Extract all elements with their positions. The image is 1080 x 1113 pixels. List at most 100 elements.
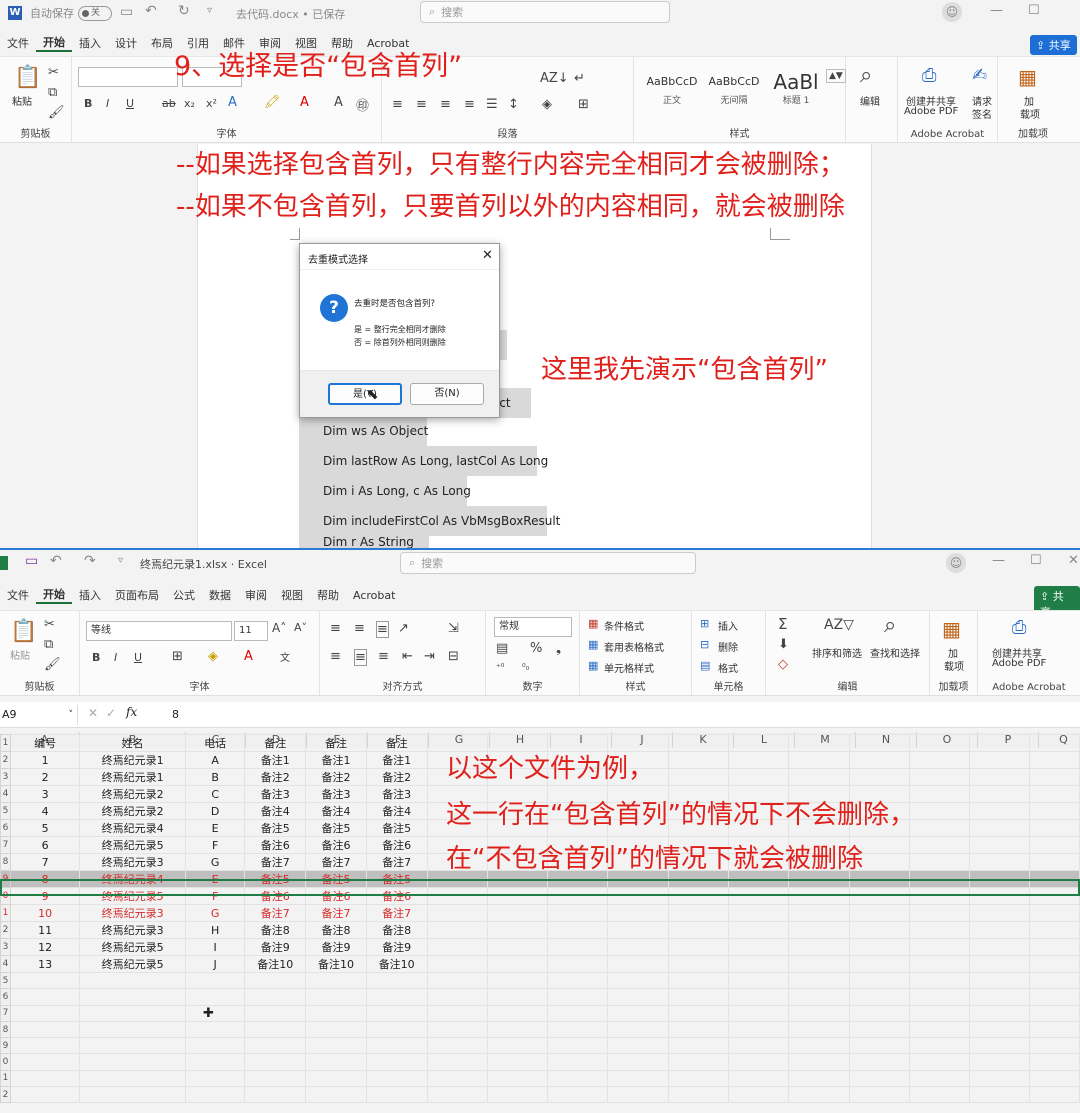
cell[interactable] bbox=[184, 1086, 246, 1104]
cell[interactable] bbox=[607, 887, 669, 905]
cell[interactable]: 备注10 bbox=[244, 955, 307, 973]
orientation-icon[interactable]: ↗ bbox=[398, 621, 409, 636]
cell[interactable] bbox=[969, 988, 1031, 1006]
cell[interactable]: 备注3 bbox=[244, 785, 307, 803]
cell[interactable]: 备注7 bbox=[305, 853, 367, 871]
cell[interactable]: 备注 bbox=[305, 734, 367, 752]
show-marks-icon[interactable]: ↵ bbox=[574, 71, 585, 86]
cell[interactable] bbox=[969, 751, 1031, 769]
cell[interactable]: 1 bbox=[9, 751, 81, 769]
row-header[interactable]: 1 bbox=[0, 1069, 11, 1088]
cell[interactable] bbox=[244, 1086, 307, 1104]
excel-menu-0[interactable]: 文件 bbox=[0, 587, 36, 603]
cell[interactable] bbox=[727, 971, 790, 990]
cell[interactable] bbox=[79, 971, 186, 990]
cell[interactable] bbox=[365, 1069, 428, 1088]
cell[interactable]: 备注7 bbox=[365, 853, 428, 871]
shrink-font-icon[interactable]: A˅ bbox=[294, 621, 307, 634]
cell[interactable]: E bbox=[184, 870, 246, 888]
cell[interactable] bbox=[486, 938, 549, 956]
enclose-char-icon[interactable]: ㊞ bbox=[356, 95, 369, 114]
cell[interactable]: 备注8 bbox=[305, 921, 367, 939]
cell[interactable] bbox=[848, 734, 910, 752]
cell[interactable]: 姓名 bbox=[79, 734, 186, 752]
table-row[interactable]: 3 12 终焉纪元录5 I 备注9 备注9 备注9 bbox=[0, 938, 1080, 956]
cell[interactable] bbox=[79, 988, 186, 1006]
cell[interactable]: 备注5 bbox=[365, 870, 428, 888]
cell[interactable] bbox=[908, 768, 971, 786]
percent-icon[interactable]: % bbox=[530, 641, 542, 656]
cell[interactable] bbox=[365, 988, 428, 1006]
close-icon[interactable]: ✕ bbox=[1068, 553, 1079, 568]
cell[interactable]: J bbox=[184, 955, 246, 973]
cell[interactable] bbox=[426, 921, 488, 939]
cell[interactable] bbox=[547, 1086, 609, 1104]
cell[interactable] bbox=[426, 1069, 488, 1088]
cell[interactable] bbox=[607, 955, 669, 973]
cell[interactable] bbox=[848, 955, 910, 973]
cell[interactable] bbox=[486, 1004, 549, 1022]
code-line-5[interactable]: Dim includeFirstCol As VbMsgBoxResult bbox=[299, 506, 560, 536]
cell[interactable]: 终焉纪元录1 bbox=[79, 768, 186, 786]
cell[interactable]: 备注7 bbox=[244, 904, 307, 922]
row-header[interactable]: 7 bbox=[0, 1004, 11, 1022]
cell[interactable] bbox=[547, 955, 609, 973]
cell[interactable]: G bbox=[184, 853, 246, 871]
wrap-text-icon[interactable]: ⇲ bbox=[448, 621, 459, 636]
cell[interactable] bbox=[365, 1020, 428, 1039]
cell[interactable] bbox=[908, 819, 971, 837]
sort-filter-button[interactable]: 排序和筛选 bbox=[812, 645, 862, 660]
name-box[interactable]: A9 ˅ bbox=[0, 705, 78, 725]
cell[interactable] bbox=[908, 802, 971, 820]
format-painter-icon[interactable]: 🖌 bbox=[44, 657, 61, 672]
cell[interactable] bbox=[667, 971, 729, 990]
cell[interactable] bbox=[486, 1020, 549, 1039]
create-pdf-icon[interactable]: ⎙ bbox=[922, 65, 936, 86]
addin-icon[interactable]: ▦ bbox=[1018, 65, 1037, 89]
cell[interactable] bbox=[426, 971, 488, 990]
cell[interactable] bbox=[969, 734, 1031, 752]
cell[interactable] bbox=[1029, 836, 1080, 854]
cell[interactable] bbox=[788, 938, 850, 956]
cell[interactable] bbox=[788, 1069, 850, 1088]
cell[interactable] bbox=[848, 904, 910, 922]
paste-button[interactable]: 粘贴 bbox=[10, 647, 30, 662]
copy-icon[interactable]: ⧉ bbox=[44, 637, 53, 652]
cell[interactable]: 12 bbox=[9, 938, 81, 956]
cell[interactable] bbox=[848, 887, 910, 905]
cell[interactable]: 备注9 bbox=[305, 938, 367, 956]
cell[interactable] bbox=[727, 988, 790, 1006]
table-row[interactable]: 2 bbox=[0, 1086, 1080, 1104]
avatar-icon[interactable]: ☺ bbox=[942, 2, 962, 22]
cell[interactable] bbox=[244, 1069, 307, 1088]
cell[interactable] bbox=[908, 1037, 971, 1055]
cell[interactable] bbox=[908, 921, 971, 939]
cell[interactable] bbox=[908, 1086, 971, 1104]
row-header[interactable]: 4 bbox=[0, 955, 11, 973]
cell[interactable] bbox=[969, 971, 1031, 990]
cell[interactable] bbox=[1029, 955, 1080, 973]
code-line-2[interactable]: Dim ws As Object bbox=[299, 416, 428, 446]
indent-icon[interactable]: ⇤ bbox=[402, 649, 413, 664]
align-bottom-icon[interactable]: ≡ bbox=[376, 621, 389, 638]
increase-decimal-icon[interactable]: ⁺⁰ bbox=[496, 663, 504, 673]
accounting-icon[interactable]: ▤ bbox=[496, 641, 508, 656]
cell[interactable] bbox=[969, 1037, 1031, 1055]
cell[interactable]: 5 bbox=[9, 819, 81, 837]
comma-icon[interactable]: ❟ bbox=[556, 641, 561, 656]
cell[interactable] bbox=[908, 870, 971, 888]
cell[interactable] bbox=[607, 938, 669, 956]
cancel-icon[interactable]: ✕ bbox=[88, 706, 98, 720]
align-center-icon[interactable]: ≡ bbox=[354, 649, 367, 666]
cell[interactable] bbox=[727, 938, 790, 956]
cell[interactable] bbox=[486, 1053, 549, 1071]
cell[interactable]: C bbox=[184, 785, 246, 803]
style-item[interactable]: AaBbCcD 正文 bbox=[642, 71, 702, 106]
table-format-button[interactable]: 套用表格格式 bbox=[604, 639, 664, 654]
cell[interactable]: 9 bbox=[9, 887, 81, 905]
cell[interactable] bbox=[667, 955, 729, 973]
cell[interactable] bbox=[667, 1020, 729, 1039]
cell[interactable] bbox=[667, 751, 729, 769]
cell[interactable] bbox=[727, 1069, 790, 1088]
cell[interactable]: 终焉纪元录3 bbox=[79, 853, 186, 871]
